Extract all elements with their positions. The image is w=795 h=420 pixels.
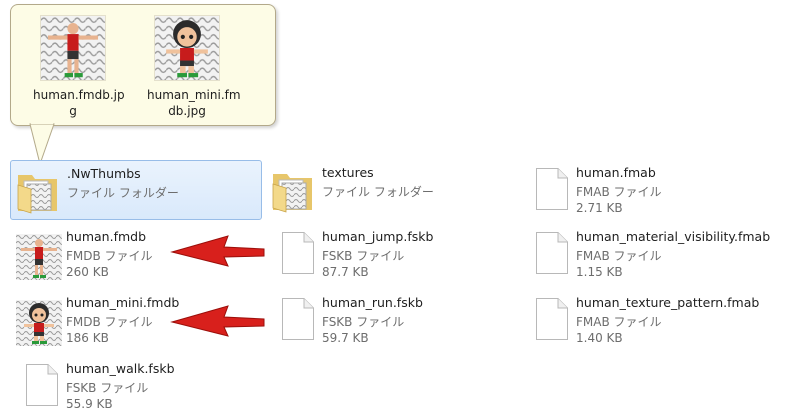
file-name: human_run.fskb — [322, 295, 423, 310]
tooltip-item-human: human.fmdb.jp g — [33, 15, 125, 119]
arrow-icon — [170, 235, 265, 267]
file-name: human_texture_pattern.fmab — [576, 295, 760, 310]
file-name: textures — [322, 165, 374, 180]
document-icon — [270, 228, 322, 280]
file-size: 2.71 KB — [576, 201, 623, 215]
human-thumbnail-icon — [40, 15, 106, 81]
document-icon — [524, 228, 576, 280]
file-type: FSKB ファイル — [322, 249, 405, 263]
file-type: FSKB ファイル — [66, 381, 149, 395]
human-mini-thumbnail-icon — [154, 15, 220, 81]
file-tile-textures[interactable]: textures ファイル フォルダー — [266, 160, 516, 218]
arrow-icon — [170, 305, 265, 337]
document-icon — [270, 294, 322, 346]
file-tile-human-jump[interactable]: human_jump.fskb FSKB ファイル 87.7 KB — [266, 224, 516, 282]
file-tile-human-walk[interactable]: human_walk.fskb FSKB ファイル 55.9 KB — [10, 356, 260, 414]
tooltip-item-human-mini: human_mini.fm db.jpg — [147, 15, 241, 119]
file-type: ファイル フォルダー — [67, 186, 179, 200]
file-name: human.fmdb — [66, 229, 147, 244]
human-thumbnail-icon — [14, 228, 66, 280]
file-size: 87.7 KB — [322, 265, 369, 279]
file-type: FMAB ファイル — [576, 185, 662, 199]
file-type: FMAB ファイル — [576, 315, 662, 329]
file-name: human_jump.fskb — [322, 229, 434, 244]
file-name: .NwThumbs — [67, 166, 141, 181]
file-name: human_walk.fskb — [66, 361, 175, 376]
file-type: FSKB ファイル — [322, 315, 405, 329]
file-size: 59.7 KB — [322, 331, 369, 345]
thumbnail-tooltip: human.fmdb.jp g human_mini.fm db.jpg — [10, 4, 276, 126]
folder-icon — [270, 164, 322, 216]
file-type: ファイル フォルダー — [322, 185, 434, 199]
file-name: human_material_visibility.fmab — [576, 229, 771, 244]
file-tile-human-material-visibility[interactable]: human_material_visibility.fmab FMAB ファイル… — [520, 224, 790, 282]
file-tile-nwthumbs[interactable]: .NwThumbs ファイル フォルダー — [10, 160, 262, 220]
file-type: FMDB ファイル — [66, 315, 153, 329]
file-size: 55.9 KB — [66, 397, 113, 411]
human-mini-thumbnail-icon — [14, 294, 66, 346]
file-tile-human-texture-pattern[interactable]: human_texture_pattern.fmab FMAB ファイル 1.4… — [520, 290, 790, 348]
document-icon — [524, 164, 576, 216]
folder-icon — [15, 165, 67, 217]
document-icon — [524, 294, 576, 346]
file-type: FMDB ファイル — [66, 249, 153, 263]
document-icon — [14, 360, 66, 412]
tooltip-label: human_mini.fm db.jpg — [147, 88, 241, 118]
file-tile-human-run[interactable]: human_run.fskb FSKB ファイル 59.7 KB — [266, 290, 516, 348]
tooltip-label: human.fmdb.jp g — [33, 88, 125, 118]
file-size: 186 KB — [66, 331, 109, 345]
file-name: human.fmab — [576, 165, 656, 180]
file-tile-human-fmab[interactable]: human.fmab FMAB ファイル 2.71 KB — [520, 160, 790, 218]
file-size: 260 KB — [66, 265, 109, 279]
file-type: FMAB ファイル — [576, 249, 662, 263]
file-name: human_mini.fmdb — [66, 295, 180, 310]
file-size: 1.15 KB — [576, 265, 623, 279]
file-size: 1.40 KB — [576, 331, 623, 345]
